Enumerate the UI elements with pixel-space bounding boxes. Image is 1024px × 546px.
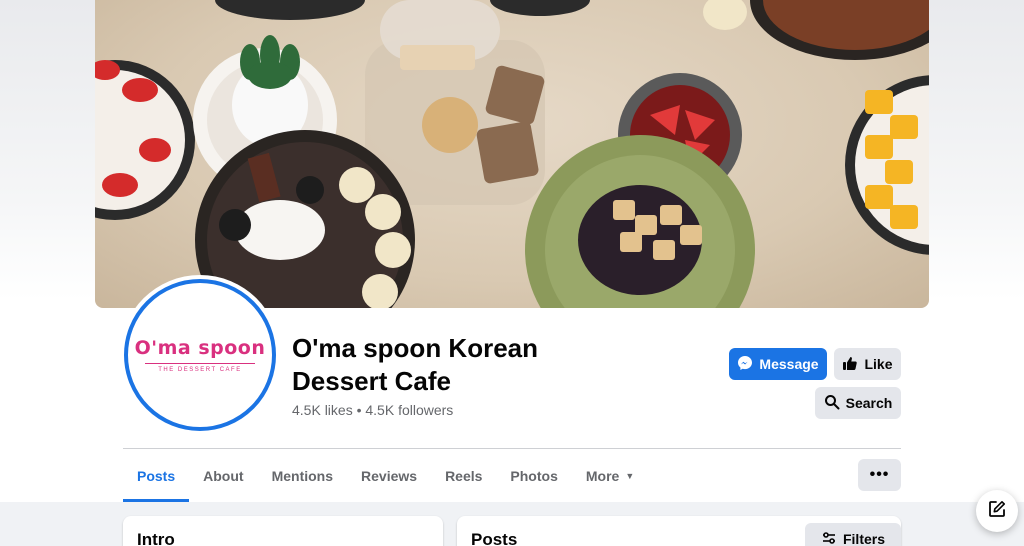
compose-icon <box>988 500 1006 523</box>
tab-label: Reels <box>445 468 483 484</box>
tab-label: Posts <box>137 468 176 484</box>
profile-tabs: Posts About Mentions Reviews Reels Photo… <box>123 450 648 502</box>
more-options-label: ••• <box>869 466 890 483</box>
tab-photos[interactable]: Photos <box>496 450 571 502</box>
tab-mentions[interactable]: Mentions <box>258 450 347 502</box>
tab-label: Reviews <box>361 468 418 484</box>
filters-button-label: Filters <box>842 531 885 546</box>
intro-title: Intro <box>137 530 175 546</box>
header-divider <box>123 448 901 449</box>
tab-label: Photos <box>510 468 558 484</box>
filters-icon <box>821 530 837 546</box>
messenger-icon <box>737 355 753 374</box>
cover-photo[interactable] <box>95 0 929 308</box>
search-icon <box>824 394 840 413</box>
tab-label: More <box>585 468 620 484</box>
page-stats[interactable]: 4.5K likes • 4.5K followers <box>292 402 453 418</box>
message-button[interactable]: Message <box>729 348 827 380</box>
filters-button[interactable]: Filters <box>805 523 901 546</box>
tab-more[interactable]: More ▼ <box>572 450 648 502</box>
caret-down-icon: ▼ <box>625 471 635 481</box>
compose-button[interactable] <box>976 490 1018 532</box>
more-options-button[interactable]: ••• <box>858 459 901 491</box>
tab-posts[interactable]: Posts <box>123 450 190 502</box>
search-button-label: Search <box>845 395 893 411</box>
logo-subtitle: THE DESSERT CAFE <box>158 367 242 373</box>
tab-about[interactable]: About <box>189 450 257 502</box>
tab-label: About <box>203 468 244 484</box>
posts-card: Posts Filters <box>457 516 901 546</box>
logo-text: O'ma spoon <box>134 337 266 359</box>
page-title: O'ma spoon Korean Dessert Cafe <box>292 333 538 396</box>
message-button-label: Message <box>759 356 819 372</box>
like-button[interactable]: Like <box>834 348 901 380</box>
intro-card: Intro <box>123 516 443 546</box>
like-button-label: Like <box>864 356 893 372</box>
tab-reviews[interactable]: Reviews <box>347 450 431 502</box>
tab-reels[interactable]: Reels <box>431 450 496 502</box>
tab-label: Mentions <box>271 468 334 484</box>
posts-title: Posts <box>471 530 518 546</box>
profile-picture[interactable]: O'ma spoon THE DESSERT CAFE <box>124 279 276 431</box>
search-button[interactable]: Search <box>815 387 901 419</box>
logo-divider <box>145 363 255 364</box>
thumbs-up-icon <box>842 355 858 374</box>
